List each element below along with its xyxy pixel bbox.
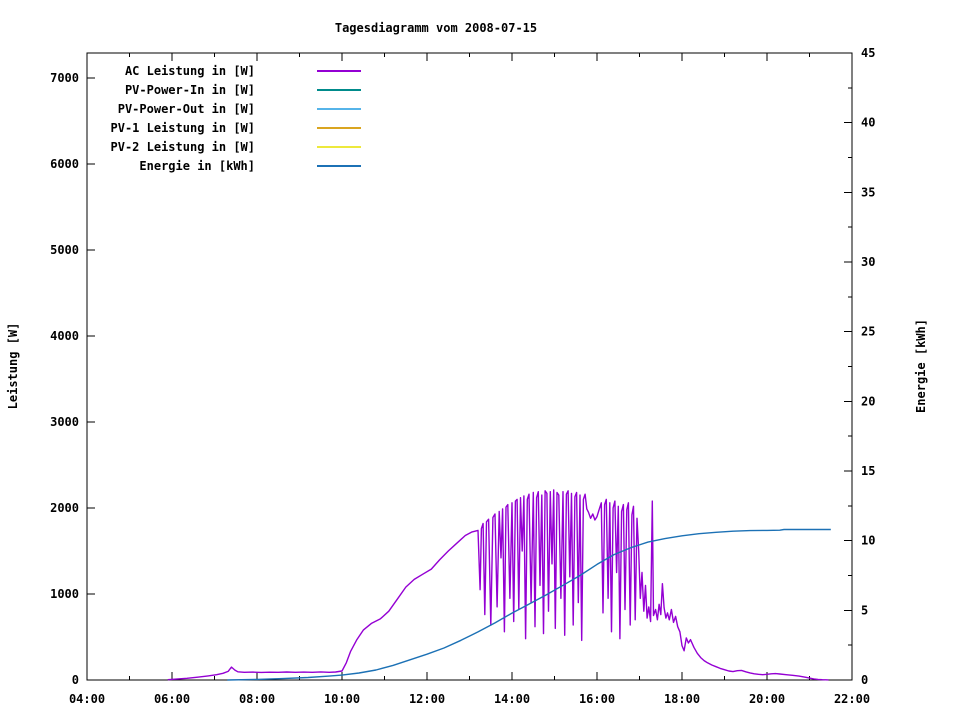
legend-label: Energie in [kWh] (139, 158, 255, 173)
x-tick-label: 10:00 (324, 692, 360, 706)
y-right-tick-label: 5 (861, 603, 868, 617)
legend-line-sample (317, 126, 361, 129)
legend-line-sample (317, 145, 361, 148)
x-tick-label: 20:00 (749, 692, 785, 706)
x-tick-label: 08:00 (239, 692, 275, 706)
y-right-tick-label: 40 (861, 116, 875, 130)
legend-item-pv-2-leistung-in-w: PV-2 Leistung in [W] (90, 137, 362, 156)
y-left-tick-label: 0 (72, 673, 79, 687)
chart-title: Tagesdiagramm vom 2008-07-15 (335, 21, 537, 35)
series-energie-in-kwh (227, 528, 831, 681)
y-right-tick-label: 45 (861, 46, 875, 60)
legend-line-sample (317, 107, 361, 110)
x-tick-label: 06:00 (154, 692, 190, 706)
y-right-tick-label: 15 (861, 464, 875, 478)
legend-label: PV-2 Leistung in [W] (110, 139, 256, 154)
legend: AC Leistung in [W] PV-Power-In in [W] PV-P… (90, 61, 362, 175)
legend-line-sample (317, 88, 361, 91)
legend-item-pv-1-leistung-in-w: PV-1 Leistung in [W] (90, 118, 362, 137)
legend-label: PV-Power-In in [W] (124, 82, 255, 97)
y-left-tick-label: 2000 (50, 501, 79, 515)
y-right-tick-label: 30 (861, 255, 875, 269)
y-axis-label-right: Energie [kWh] (914, 319, 928, 413)
y-axis-label-left: Leistung [W] (6, 323, 20, 410)
y-left-tick-label: 4000 (50, 329, 79, 343)
legend-item-pv-power-out-in-w: PV-Power-Out in [W] (90, 99, 362, 118)
legend-item-energie-in-kwh: Energie in [kWh] (90, 156, 362, 175)
legend-line-sample (317, 164, 361, 167)
legend-label: PV-1 Leistung in [W] (110, 120, 256, 135)
y-right-tick-label: 10 (861, 534, 875, 548)
y-left-tick-label: 1000 (50, 587, 79, 601)
series-ac-leistung-in-w (167, 489, 829, 681)
y-right-tick-label: 35 (861, 185, 875, 199)
y-left-tick-label: 7000 (50, 71, 79, 85)
y-left-tick-label: 6000 (50, 157, 79, 171)
x-tick-label: 12:00 (409, 692, 445, 706)
legend-label: AC Leistung in [W] (124, 63, 255, 78)
legend-line-sample (317, 69, 361, 72)
y-right-tick-label: 25 (861, 325, 875, 339)
y-left-tick-label: 5000 (50, 243, 79, 257)
x-tick-label: 04:00 (69, 692, 105, 706)
legend-label: PV-Power-Out in [W] (117, 101, 255, 116)
chart-page: Tagesdiagramm vom 2008-07-15 Leistung [W… (0, 0, 960, 720)
x-tick-label: 16:00 (579, 692, 615, 706)
x-tick-label: 18:00 (664, 692, 700, 706)
legend-item-pv-power-in-in-w: PV-Power-In in [W] (90, 80, 362, 99)
y-right-tick-label: 0 (861, 673, 868, 687)
x-tick-label: 22:00 (834, 692, 870, 706)
y-right-tick-label: 20 (861, 394, 875, 408)
x-tick-label: 14:00 (494, 692, 530, 706)
y-left-tick-label: 3000 (50, 415, 79, 429)
legend-item-ac-leistung-in-w: AC Leistung in [W] (90, 61, 362, 80)
